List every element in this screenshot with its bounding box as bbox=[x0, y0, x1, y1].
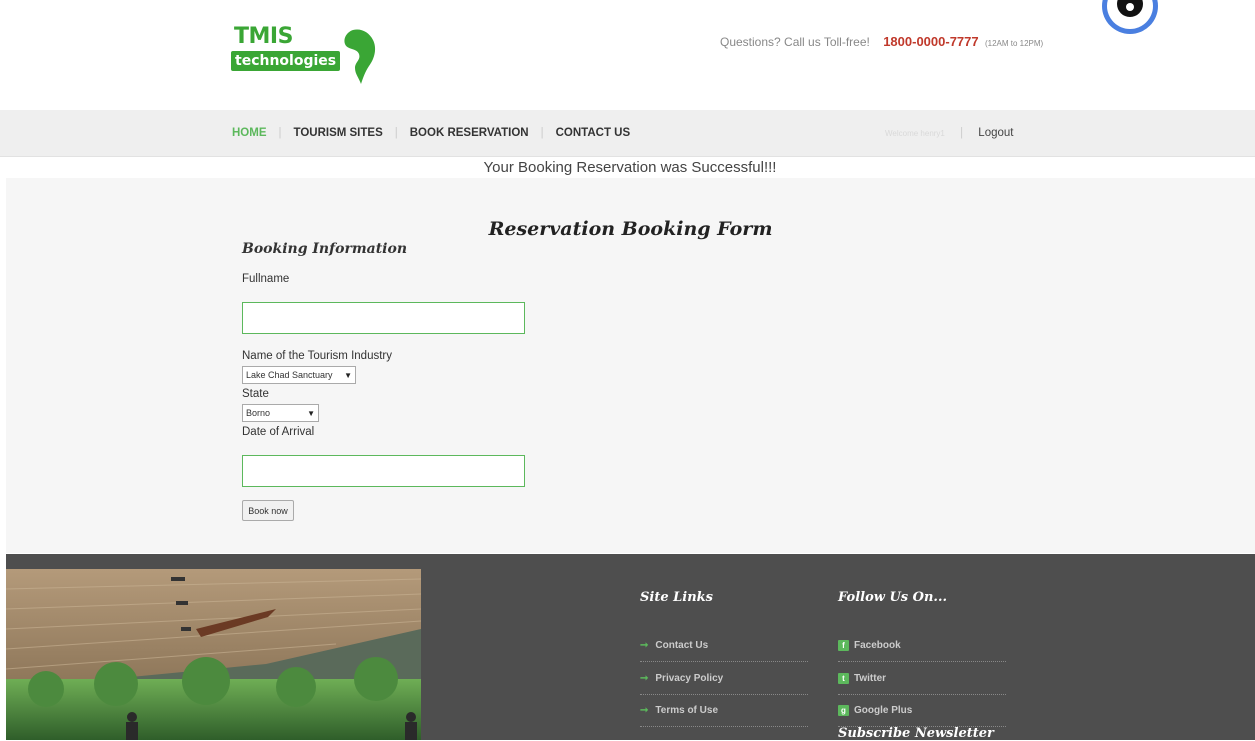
hotel-lobby-image bbox=[6, 569, 421, 740]
logo-text-tmis: TMIS bbox=[234, 24, 293, 49]
industry-select[interactable]: Lake Chad Sanctuary ▼ bbox=[242, 366, 356, 384]
follow-us-title: Follow Us On... bbox=[838, 590, 947, 605]
logout-link[interactable]: Logout bbox=[978, 127, 1013, 139]
nav-separator: | bbox=[960, 127, 964, 139]
logo-text-technologies: technologies bbox=[231, 51, 341, 71]
industry-label: Name of the Tourism Industry bbox=[242, 350, 392, 362]
arrow-right-icon: ➞ bbox=[640, 639, 649, 651]
book-now-button[interactable]: Book now bbox=[242, 500, 294, 521]
nav-tourism-sites[interactable]: TOURISM SITES bbox=[294, 127, 383, 139]
section-title: Booking Information bbox=[242, 241, 408, 257]
hotel-lobby-photo bbox=[6, 569, 421, 740]
welcome-text: Welcome henry1 bbox=[885, 129, 945, 138]
nav-book-reservation[interactable]: BOOK RESERVATION bbox=[410, 127, 529, 139]
nav-separator: | bbox=[394, 127, 398, 139]
arrow-right-icon: ➞ bbox=[640, 672, 649, 684]
tmis-logo[interactable]: TMIS technologies bbox=[231, 24, 381, 86]
footer-link-label: Terms of Use bbox=[655, 704, 719, 716]
arrival-label: Date of Arrival bbox=[242, 426, 315, 438]
facebook-icon: f bbox=[838, 639, 849, 651]
footer-link-privacy-policy[interactable]: ➞ Privacy Policy bbox=[640, 662, 808, 695]
newsletter-title: Subscribe Newsletter bbox=[838, 726, 994, 741]
eye-icon bbox=[1102, 0, 1158, 34]
contact-prefix: Questions? Call us Toll-free! bbox=[720, 35, 870, 49]
industry-selected: Lake Chad Sanctuary bbox=[246, 370, 333, 380]
social-link-label: Google Plus bbox=[854, 704, 913, 716]
footer-link-label: Privacy Policy bbox=[655, 672, 724, 684]
globe-map-icon bbox=[344, 29, 376, 84]
footer-link-terms-of-use[interactable]: ➞ Terms of Use bbox=[640, 694, 808, 727]
site-links-title: Site Links bbox=[640, 590, 713, 605]
reservation-form: Reservation Booking Form Booking Informa… bbox=[6, 178, 1255, 553]
social-link-label: Twitter bbox=[854, 672, 887, 684]
footer-link-contact-us[interactable]: ➞ Contact Us bbox=[640, 629, 808, 662]
success-message: Your Booking Reservation was Successful!… bbox=[483, 159, 777, 176]
google-plus-icon: g bbox=[838, 704, 849, 716]
arrow-right-icon: ➞ bbox=[640, 704, 649, 716]
phone-hours: (12AM to 12PM) bbox=[984, 39, 1044, 48]
contact-info: Questions? Call us Toll-free! 1800-0000-… bbox=[720, 34, 1043, 49]
state-label: State bbox=[242, 388, 269, 400]
social-link-google-plus[interactable]: g Google Plus bbox=[838, 694, 1006, 727]
main-nav: HOME | TOURISM SITES | BOOK RESERVATION … bbox=[0, 110, 1255, 157]
nav-separator: | bbox=[278, 127, 282, 139]
fullname-label: Fullname bbox=[242, 273, 290, 285]
dropdown-arrow-icon: ▼ bbox=[307, 408, 315, 418]
fullname-input[interactable] bbox=[242, 302, 525, 334]
site-footer: Site Links ➞ Contact Us ➞ Privacy Policy… bbox=[6, 554, 1255, 741]
state-selected: Borno bbox=[246, 408, 271, 418]
nav-contact-us[interactable]: CONTACT US bbox=[556, 127, 631, 139]
form-title: Reservation Booking Form bbox=[488, 218, 773, 240]
user-area: Welcome henry1 | Logout bbox=[885, 127, 1013, 139]
twitter-icon: t bbox=[838, 672, 849, 684]
site-header: TMIS technologies Questions? Call us Tol… bbox=[0, 0, 1255, 110]
social-link-twitter[interactable]: t Twitter bbox=[838, 662, 1006, 695]
state-select[interactable]: Borno ▼ bbox=[242, 404, 319, 422]
dropdown-arrow-icon: ▼ bbox=[344, 370, 352, 380]
footer-link-label: Contact Us bbox=[655, 639, 709, 651]
arrival-date-input[interactable] bbox=[242, 455, 525, 487]
nav-home[interactable]: HOME bbox=[232, 127, 267, 139]
nav-separator: | bbox=[540, 127, 544, 139]
social-link-label: Facebook bbox=[854, 639, 901, 651]
phone-number[interactable]: 1800-0000-7777 bbox=[883, 34, 978, 49]
social-link-facebook[interactable]: f Facebook bbox=[838, 629, 1006, 662]
